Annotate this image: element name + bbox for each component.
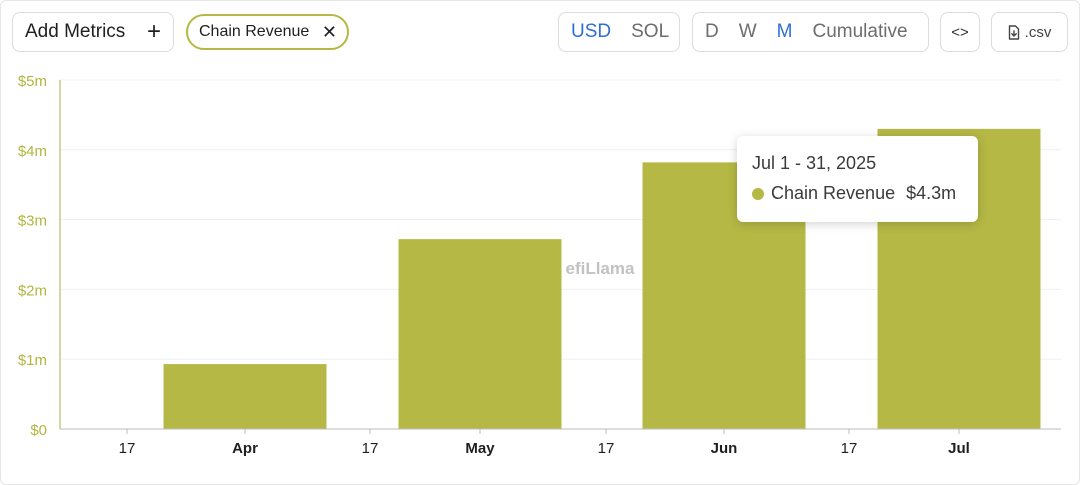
tooltip-series-name: Chain Revenue — [771, 183, 896, 203]
watermark: efiLlama — [566, 259, 636, 278]
tooltip-date: Jul 1 - 31, 2025 — [752, 153, 877, 173]
tooltip-value: $4.3m — [906, 183, 957, 203]
x-tick-label: Jul — [948, 440, 970, 457]
y-tick-label: $1m — [18, 352, 47, 369]
bar-may[interactable] — [398, 239, 562, 429]
series-color-dot — [752, 187, 764, 200]
x-tick-label: 17 — [119, 440, 136, 457]
x-tick-label: Jun — [711, 440, 738, 457]
bar-apr[interactable] — [163, 364, 327, 429]
tooltip: Jul 1 - 31, 2025 Chain Revenue $4.3m — [737, 136, 978, 222]
y-tick-label: $0 — [30, 422, 47, 439]
y-tick-label: $5m — [18, 73, 47, 90]
y-tick-label: $2m — [18, 282, 47, 299]
x-tick-label: May — [465, 440, 495, 457]
tooltip-row: Chain Revenue $4.3m — [752, 183, 964, 204]
x-tick-label: 17 — [598, 440, 615, 457]
y-tick-label: $4m — [18, 143, 47, 160]
x-tick-label: 17 — [362, 440, 379, 457]
y-tick-label: $3m — [18, 213, 47, 230]
revenue-bar-chart: efiLlama $0 $1m $2m $3m $4m $5m 17 Apr 17 May 17 Ju… — [18, 73, 1061, 457]
x-tick-label: 17 — [841, 440, 858, 457]
x-tick-label: Apr — [232, 440, 258, 457]
